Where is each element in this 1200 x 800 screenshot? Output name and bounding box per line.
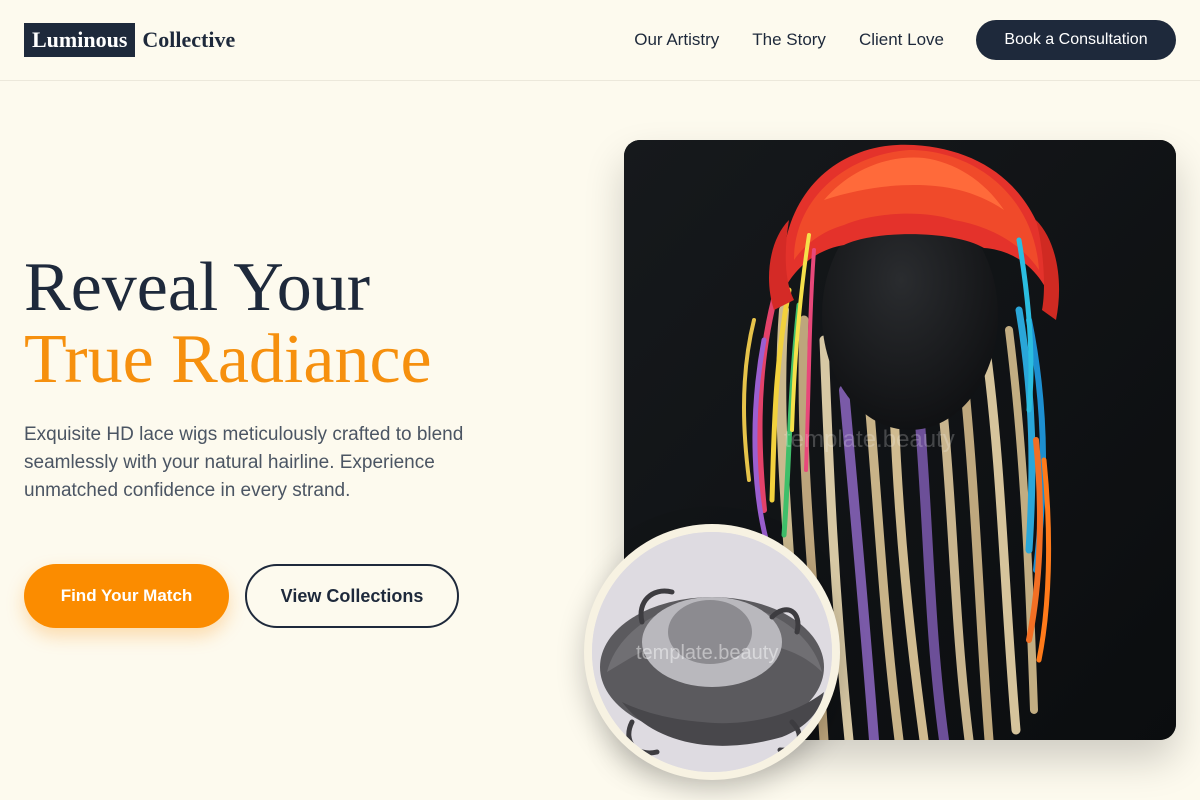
main-nav: Our Artistry The Story Client Love Book … [634, 20, 1176, 60]
nav-link-our-artistry[interactable]: Our Artistry [634, 30, 719, 50]
nav-link-client-love[interactable]: Client Love [859, 30, 944, 50]
hero-title-line2: True Radiance [24, 321, 432, 398]
view-collections-button[interactable]: View Collections [245, 564, 459, 628]
hair-system-thumbnail: template.beauty [584, 524, 840, 780]
hair-system-image: template.beauty [592, 532, 832, 772]
logo-highlight: Luminous [24, 23, 136, 57]
find-your-match-button[interactable]: Find Your Match [24, 564, 229, 628]
logo-word: Collective [142, 27, 236, 52]
logo[interactable]: Luminous Collective [24, 23, 235, 57]
nav-link-the-story[interactable]: The Story [752, 30, 826, 50]
book-consultation-button[interactable]: Book a Consultation [976, 20, 1176, 60]
hero-title: Reveal Your True Radiance [24, 252, 432, 396]
hero-title-line1: Reveal Your [24, 249, 371, 326]
site-header: Luminous Collective Our Artistry The Sto… [0, 0, 1200, 81]
hero-subtitle: Exquisite HD lace wigs meticulously craf… [24, 424, 464, 501]
thumbnail-watermark: template.beauty [636, 642, 779, 664]
hero-image-watermark: template.beauty [784, 426, 955, 453]
